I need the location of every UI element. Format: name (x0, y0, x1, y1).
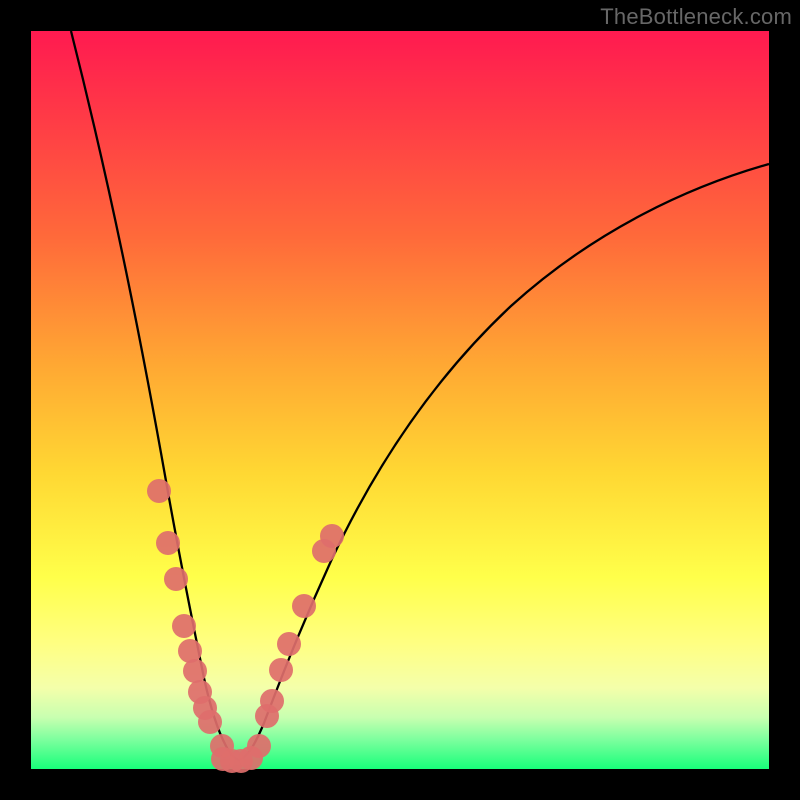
marker-dot (292, 594, 316, 618)
chart-frame: TheBottleneck.com (0, 0, 800, 800)
watermark-text: TheBottleneck.com (600, 4, 792, 30)
marker-dot (260, 689, 284, 713)
marker-dot (156, 531, 180, 555)
marker-dot (172, 614, 196, 638)
marker-dot (269, 658, 293, 682)
plot-area (31, 31, 769, 769)
marker-dot (247, 734, 271, 758)
marker-dot (178, 639, 202, 663)
marker-dot (277, 632, 301, 656)
marker-dot (198, 710, 222, 734)
marker-dot (164, 567, 188, 591)
left-curve (71, 31, 239, 760)
marker-dot (320, 524, 344, 548)
right-curve (239, 164, 769, 760)
curves-layer (31, 31, 769, 769)
marker-dot (147, 479, 171, 503)
marker-dot (183, 659, 207, 683)
marker-dots (147, 479, 344, 773)
